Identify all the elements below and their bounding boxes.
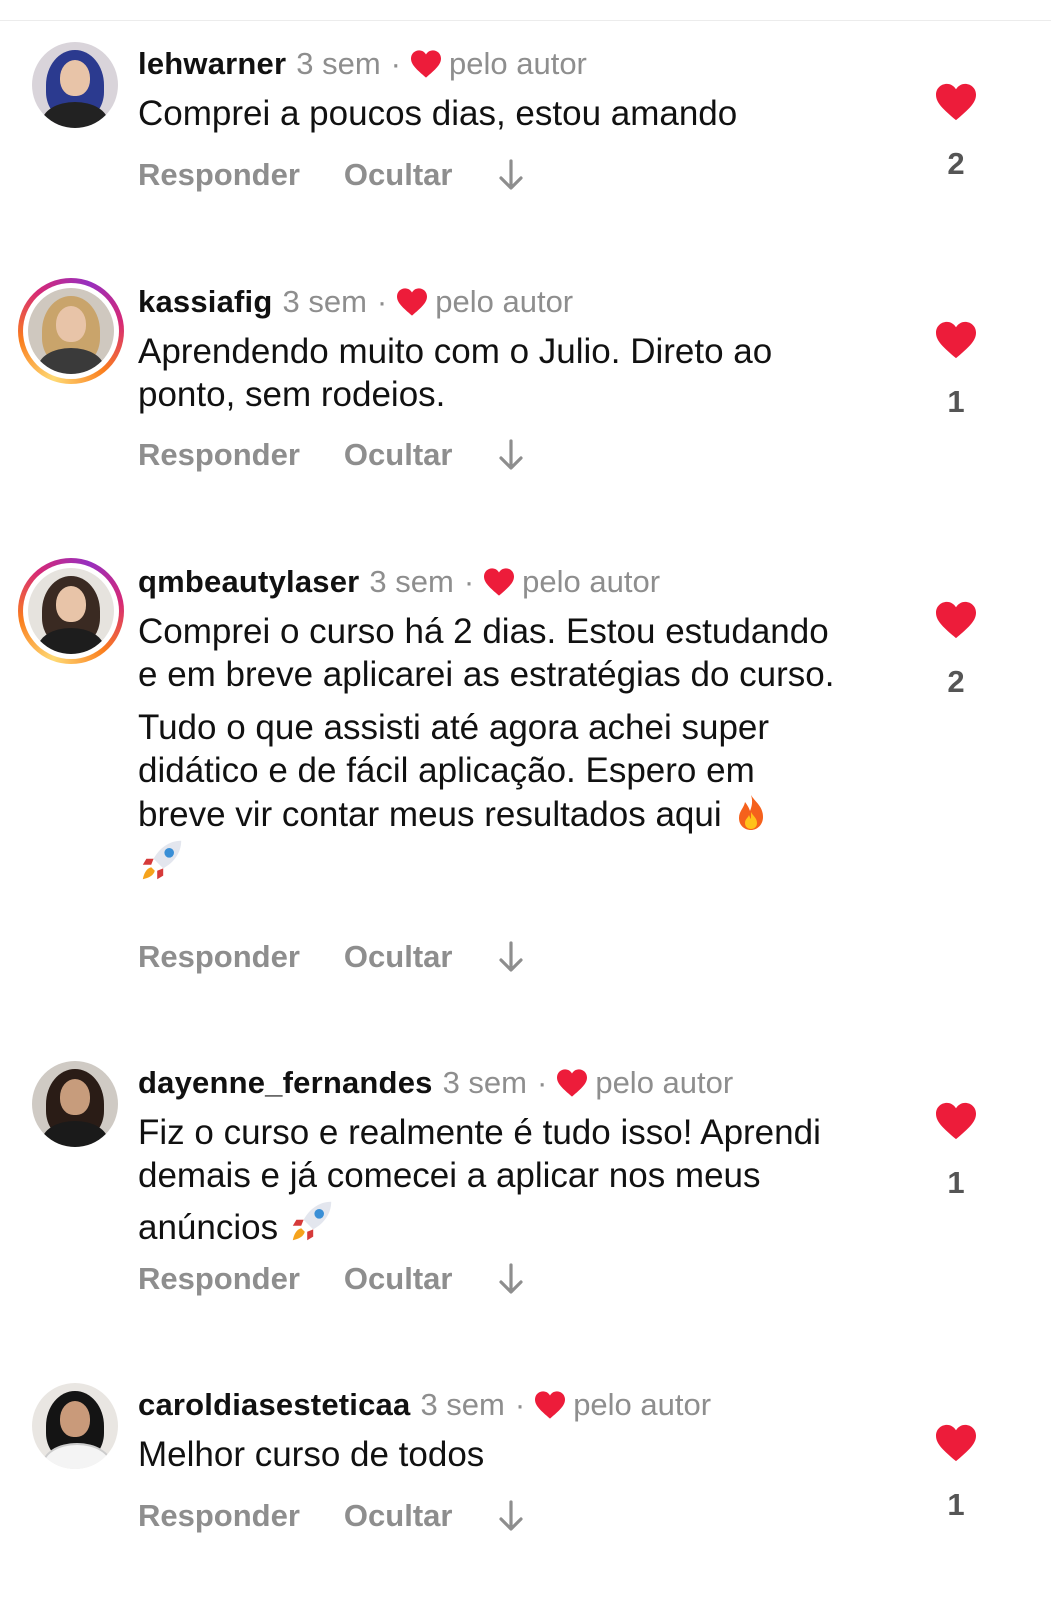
timestamp: 3 sem: [369, 564, 454, 599]
heart-icon[interactable]: [934, 600, 978, 640]
separator: ·: [537, 1065, 548, 1100]
rocket-emoji: [142, 840, 182, 880]
hide-button[interactable]: Ocultar: [344, 1496, 453, 1536]
like-control: 2: [932, 82, 980, 182]
timestamp: 3 sem: [420, 1387, 505, 1422]
liked-by-author-label: pelo autor: [573, 1387, 712, 1422]
comment-text: Aprendendo muito com o Julio. Direto ao …: [138, 330, 858, 416]
hide-button[interactable]: Ocultar: [344, 1259, 453, 1299]
liked-by-author-label: pelo autor: [595, 1065, 734, 1100]
comment-paragraph: Comprei o curso há 2 dias. Estou estudan…: [138, 612, 835, 694]
comment-meta: lehwarner 3 sem · pelo autor: [138, 44, 587, 84]
separator: ·: [376, 284, 388, 319]
liked-by-author-label: pelo autor: [449, 46, 587, 81]
comment-text: Comprei a poucos dias, estou amando: [138, 92, 858, 135]
like-count: 2: [947, 146, 965, 181]
comment-paragraph-text: Fiz o curso e realmente é tudo isso! Apr…: [138, 1113, 821, 1247]
arrow-down-icon[interactable]: [498, 1499, 524, 1533]
top-divider: [0, 20, 1051, 21]
avatar[interactable]: [18, 278, 124, 384]
heart-icon: [557, 1069, 588, 1097]
like-count: 1: [947, 1487, 965, 1522]
arrow-down-icon[interactable]: [498, 940, 524, 974]
hide-button[interactable]: Ocultar: [344, 435, 453, 475]
rocket-emoji: [292, 1201, 332, 1241]
timestamp: 3 sem: [282, 284, 367, 319]
comment-meta: dayenne_fernandes 3 sem · pelo autor: [138, 1063, 733, 1103]
comment-paragraph: Comprei a poucos dias, estou amando: [138, 94, 738, 133]
like-count: 1: [947, 1165, 965, 1200]
comment-paragraph: Fiz o curso e realmente é tudo isso! Apr…: [138, 1111, 868, 1249]
reply-button[interactable]: Responder: [138, 155, 300, 195]
liked-by-author-label: pelo autor: [435, 284, 574, 319]
hide-button[interactable]: Ocultar: [344, 937, 453, 977]
heart-icon[interactable]: [934, 320, 978, 360]
comment-text: Fiz o curso e realmente é tudo isso! Apr…: [138, 1111, 868, 1249]
avatar[interactable]: [18, 558, 124, 664]
like-control: 1: [932, 1101, 980, 1201]
reply-button[interactable]: Responder: [138, 1496, 300, 1536]
separator: ·: [390, 46, 401, 81]
heart-icon[interactable]: [934, 82, 978, 122]
avatar[interactable]: [32, 42, 118, 128]
comment-actions: Responder Ocultar: [138, 435, 524, 475]
heart-icon: [397, 288, 428, 316]
reply-button[interactable]: Responder: [138, 1259, 300, 1299]
comment-actions: Responder Ocultar: [138, 1259, 524, 1299]
fire-emoji: [739, 795, 764, 830]
comment-meta: kassiafig 3 sem · pelo autor: [138, 282, 573, 322]
heart-icon[interactable]: [934, 1101, 978, 1141]
comment-text: Melhor curso de todos: [138, 1433, 858, 1476]
arrow-down-icon[interactable]: [498, 158, 524, 192]
arrow-down-icon[interactable]: [498, 1262, 524, 1296]
comment-actions: Responder Ocultar: [138, 155, 524, 195]
heart-icon: [411, 50, 441, 78]
comment-text: Comprei o curso há 2 dias. Estou estudan…: [138, 610, 838, 888]
like-control: 2: [932, 600, 980, 700]
username[interactable]: kassiafig: [138, 282, 273, 322]
like-control: 1: [932, 1423, 980, 1523]
like-count: 1: [947, 384, 965, 419]
like-control: 1: [932, 320, 980, 420]
comment-paragraph: Aprendendo muito com o Julio. Direto ao …: [138, 332, 773, 414]
reply-button[interactable]: Responder: [138, 435, 300, 475]
hide-button[interactable]: Ocultar: [344, 155, 453, 195]
like-count: 2: [947, 664, 965, 699]
username[interactable]: lehwarner: [138, 44, 286, 84]
username[interactable]: caroldiasesteticaa: [138, 1385, 410, 1425]
heart-icon: [535, 1391, 566, 1419]
comment-actions: Responder Ocultar: [138, 1496, 524, 1536]
username[interactable]: dayenne_fernandes: [138, 1063, 433, 1103]
heart-icon: [484, 568, 515, 596]
timestamp: 3 sem: [442, 1065, 527, 1100]
heart-icon[interactable]: [934, 1423, 978, 1463]
comment-paragraph: Tudo o que assisti até agora achei super…: [138, 706, 838, 888]
liked-by-author-label: pelo autor: [522, 564, 661, 599]
arrow-down-icon[interactable]: [498, 438, 524, 472]
separator: ·: [463, 564, 475, 599]
username[interactable]: qmbeautylaser: [138, 562, 359, 602]
separator: ·: [514, 1387, 526, 1422]
comment-actions: Responder Ocultar: [138, 937, 524, 977]
reply-button[interactable]: Responder: [138, 937, 300, 977]
comment-paragraph: Melhor curso de todos: [138, 1435, 485, 1474]
comment-paragraph-text: Tudo o que assisti até agora achei super…: [138, 708, 770, 834]
avatar[interactable]: [32, 1061, 118, 1147]
comment-meta: qmbeautylaser 3 sem · pelo autor: [138, 562, 660, 602]
avatar[interactable]: [32, 1383, 118, 1469]
timestamp: 3 sem: [296, 46, 381, 81]
comment-meta: caroldiasesteticaa 3 sem · pelo autor: [138, 1385, 711, 1425]
